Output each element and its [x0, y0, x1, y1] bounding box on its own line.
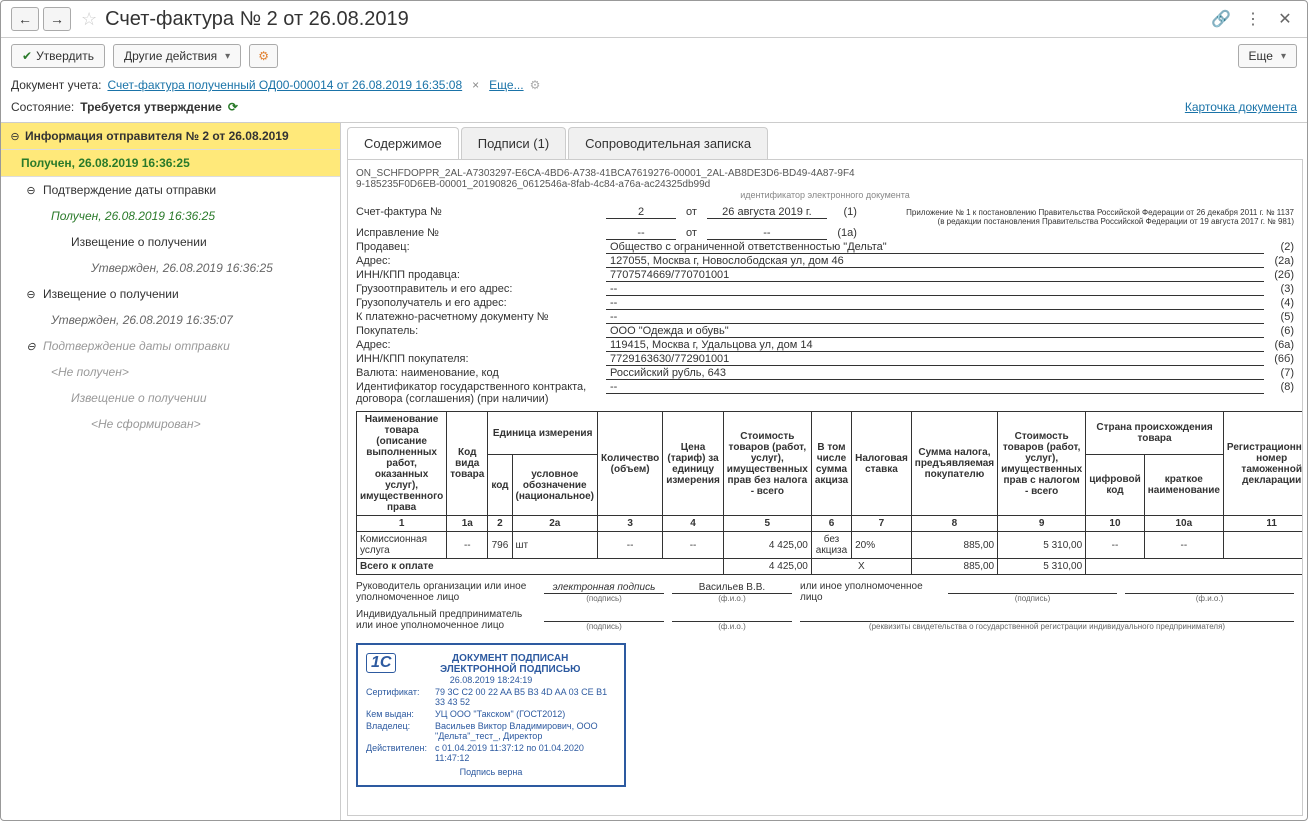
tree-item-receipt-notice-3[interactable]: Извещение о получении	[1, 385, 340, 411]
document-preview: ON_SCHFDOPPR_2AL-A7303297-E6CA-4BD6-A738…	[347, 159, 1303, 816]
tree-item-status: Получен, 26.08.2019 16:36:25	[1, 203, 340, 229]
toolbar: ✔ Утвердить Другие действия ⚙ Еще	[1, 38, 1307, 74]
hierarchy-button[interactable]: ⚙	[249, 44, 278, 68]
sidebar-tree: ⊖ Информация отправителя № 2 от 26.08.20…	[1, 123, 341, 820]
menu-kebab-icon[interactable]: ⋮	[1241, 7, 1265, 31]
favorite-star-icon[interactable]: ☆	[81, 9, 97, 30]
tab-signatures[interactable]: Подписи (1)	[461, 127, 566, 159]
collapse-icon[interactable]: ⊖	[25, 340, 37, 353]
refresh-icon[interactable]: ⟳	[228, 100, 238, 114]
link-icon[interactable]: 🔗	[1209, 7, 1233, 31]
other-actions-button[interactable]: Другие действия	[113, 44, 241, 68]
signature-stamp: 1C ДОКУМЕНТ ПОДПИСАН ЭЛЕКТРОННОЙ ПОДПИСЬ…	[356, 643, 626, 787]
tab-cover-note[interactable]: Сопроводительная записка	[568, 127, 768, 159]
onec-logo: 1C	[366, 653, 396, 673]
page-title: Счет-фактура № 2 от 26.08.2019	[105, 8, 409, 31]
tab-content[interactable]: Содержимое	[347, 127, 459, 159]
titlebar: ← → ☆ Счет-фактура № 2 от 26.08.2019 🔗 ⋮…	[1, 1, 1307, 38]
check-icon: ✔	[22, 49, 32, 63]
infobar: Документ учета: Счет-фактура полученный …	[1, 74, 1307, 96]
tree-root[interactable]: ⊖ Информация отправителя № 2 от 26.08.20…	[1, 123, 340, 150]
status-value: Требуется утверждение	[80, 100, 222, 114]
tree-item-confirm-send-date[interactable]: ⊖ Подтверждение даты отправки	[1, 177, 340, 203]
doc-id-line1: ON_SCHFDOPPR_2AL-A7303297-E6CA-4BD6-A738…	[356, 168, 1294, 179]
tree-item-receipt-notice-2[interactable]: ⊖ Извещение о получении	[1, 281, 340, 307]
document-card-link[interactable]: Карточка документа	[1185, 100, 1297, 114]
tabs: Содержимое Подписи (1) Сопроводительная …	[347, 127, 1303, 159]
more-button[interactable]: Еще	[1238, 44, 1297, 68]
tree-item-confirm-send-date-2[interactable]: ⊖ Подтверждение даты отправки	[1, 333, 340, 359]
collapse-icon[interactable]: ⊖	[9, 130, 21, 143]
tree-item-status: Утвержден, 26.08.2019 16:36:25	[1, 255, 340, 281]
doc-account-link[interactable]: Счет-фактура полученный ОД00-000014 от 2…	[107, 78, 462, 92]
doc-account-label: Документ учета:	[11, 78, 101, 92]
tree-item-status: Утвержден, 26.08.2019 16:35:07	[1, 307, 340, 333]
tree-item-status: <Не сформирован>	[1, 411, 340, 437]
table-row: Комиссионная услуга--796шт----4 425,00бе…	[357, 532, 1304, 559]
items-table: Наименование товара (описание выполненны…	[356, 411, 1303, 575]
hierarchy-icon: ⚙	[258, 49, 269, 63]
approve-button[interactable]: ✔ Утвердить	[11, 44, 105, 68]
doc-id-caption: идентификатор электронного документа	[356, 190, 1294, 200]
collapse-icon[interactable]: ⊖	[25, 288, 37, 301]
doc-more-link[interactable]: Еще...	[489, 78, 523, 92]
statusbar: Состояние: Требуется утверждение ⟳ Карто…	[1, 96, 1307, 122]
nav-back-button[interactable]: ←	[11, 7, 39, 31]
clear-doc-link[interactable]: ×	[468, 78, 483, 92]
collapse-icon[interactable]: ⊖	[25, 184, 37, 197]
tree-root-status: Получен, 26.08.2019 16:36:25	[1, 150, 340, 177]
tree-item-status: <Не получен>	[1, 359, 340, 385]
nav-forward-button[interactable]: →	[43, 7, 71, 31]
tree-item-receipt-notice[interactable]: Извещение о получении	[1, 229, 340, 255]
appendix-note: Приложение № 1 к постановлению Правитель…	[857, 208, 1294, 226]
gear-icon[interactable]: ⚙	[530, 78, 541, 92]
table-total-row: Всего к оплате4 425,00X885,005 310,00	[357, 559, 1304, 575]
doc-id-line2: 9-185235F0D6EB-00001_20190826_0612546a-8…	[356, 179, 1294, 190]
close-icon[interactable]: ✕	[1273, 7, 1297, 31]
status-label: Состояние:	[11, 100, 74, 114]
